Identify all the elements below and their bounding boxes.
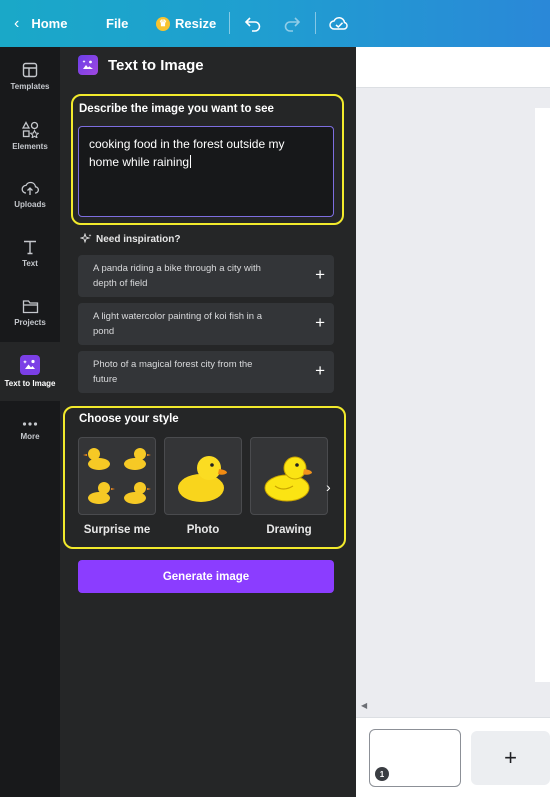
rail-item-templates[interactable]: Templates [0, 47, 60, 106]
home-label: Home [31, 16, 68, 31]
rail-item-more[interactable]: More [0, 401, 60, 460]
canvas-area[interactable] [356, 88, 550, 720]
suggestion-item[interactable]: A light watercolor painting of koi fish … [78, 303, 334, 345]
cloud-saved-icon[interactable] [327, 11, 351, 35]
rail-label: Templates [10, 82, 50, 91]
style-card-photo[interactable] [164, 437, 242, 515]
describe-label: Describe the image you want to see [79, 103, 274, 115]
suggestion-text: pond [93, 326, 115, 337]
prompt-line: cooking food in the forest outside my [89, 137, 285, 151]
plus-icon[interactable]: + [315, 265, 325, 285]
rail-label: Elements [12, 141, 48, 151]
design-page[interactable] [535, 108, 550, 682]
suggestion-text: A panda riding a bike through a city wit… [93, 263, 261, 274]
text-caret [190, 155, 192, 168]
prompt-line: home while raining [89, 153, 323, 171]
text-icon [24, 240, 36, 255]
add-page-button[interactable]: + [471, 731, 550, 785]
top-toolbar: ‹ Home File ♛ Resize [0, 0, 550, 47]
rail-item-text-to-image[interactable]: Text to Image [0, 342, 60, 401]
style-name: Drawing [266, 524, 312, 536]
suggestion-text: Photo of a magical forest city from the [93, 359, 253, 370]
rail-item-projects[interactable]: Projects [0, 283, 60, 342]
style-card-surprise[interactable] [78, 437, 156, 515]
home-button[interactable]: ‹ Home [14, 0, 67, 47]
rail-label: Text [22, 259, 38, 268]
resize-label: Resize [175, 16, 217, 31]
sparkle-icon [80, 233, 92, 244]
suggestion-item[interactable]: Photo of a magical forest city from the … [78, 351, 334, 393]
templates-icon [22, 62, 38, 78]
file-label: File [106, 16, 129, 31]
folder-icon [22, 299, 38, 313]
suggestion-text: A light watercolor painting of koi fish … [93, 311, 262, 322]
plus-icon[interactable]: + [315, 313, 325, 333]
file-menu-button[interactable]: File [106, 0, 128, 47]
horizontal-scrollbar[interactable]: ◀ [356, 701, 550, 713]
inspiration-label: Need inspiration? [96, 233, 181, 245]
panel-title-text: Text to Image [108, 56, 204, 74]
text-to-image-panel: Text to Image Describe the image you wan… [60, 47, 356, 797]
style-card-drawing[interactable] [250, 437, 328, 515]
text-to-image-logo-icon [78, 55, 98, 75]
resize-button[interactable]: ♛ Resize [156, 0, 216, 47]
rail-item-uploads[interactable]: Uploads [0, 165, 60, 224]
rail-label: Text to Image [4, 379, 56, 388]
prompt-text: home while raining [89, 155, 190, 169]
elements-icon [21, 120, 39, 138]
crown-icon: ♛ [156, 16, 170, 31]
rubber-duck-drawing-image [264, 456, 312, 502]
chevron-right-icon[interactable]: › [326, 479, 331, 495]
left-rail: Templates Elements Uploads Text Projects… [0, 47, 60, 797]
rail-label: Projects [14, 317, 46, 327]
prompt-textarea[interactable]: cooking food in the forest outside my ho… [78, 126, 334, 217]
canvas-toolbar [356, 47, 550, 88]
panel-title: Text to Image [78, 55, 204, 75]
page-number-badge: 1 [375, 767, 389, 781]
undo-icon[interactable] [241, 11, 265, 35]
rail-item-elements[interactable]: Elements [0, 106, 60, 165]
rail-label: More [20, 432, 40, 441]
scroll-left-icon[interactable]: ◀ [361, 701, 367, 710]
more-icon [22, 422, 38, 426]
need-inspiration: Need inspiration? [80, 233, 180, 245]
rail-label: Uploads [14, 200, 46, 209]
rubber-ducks-image [83, 448, 151, 504]
suggestion-item[interactable]: A panda riding a bike through a city wit… [78, 255, 334, 297]
rail-item-text[interactable]: Text [0, 224, 60, 283]
rubber-duck-photo-image [178, 456, 227, 502]
suggestion-text: future [93, 374, 118, 385]
suggestion-text: depth of field [93, 278, 148, 289]
plus-icon[interactable]: + [315, 361, 325, 381]
upload-icon [21, 181, 39, 195]
chevron-left-icon: ‹ [14, 14, 20, 32]
style-label: Choose your style [79, 413, 179, 425]
style-name: Photo [186, 524, 220, 536]
toolbar-divider [315, 12, 316, 34]
style-name: Surprise me [83, 524, 151, 536]
redo-icon[interactable] [280, 11, 304, 35]
toolbar-divider [229, 12, 230, 34]
generate-image-button[interactable]: Generate image [78, 560, 334, 593]
text-to-image-icon [20, 355, 40, 375]
